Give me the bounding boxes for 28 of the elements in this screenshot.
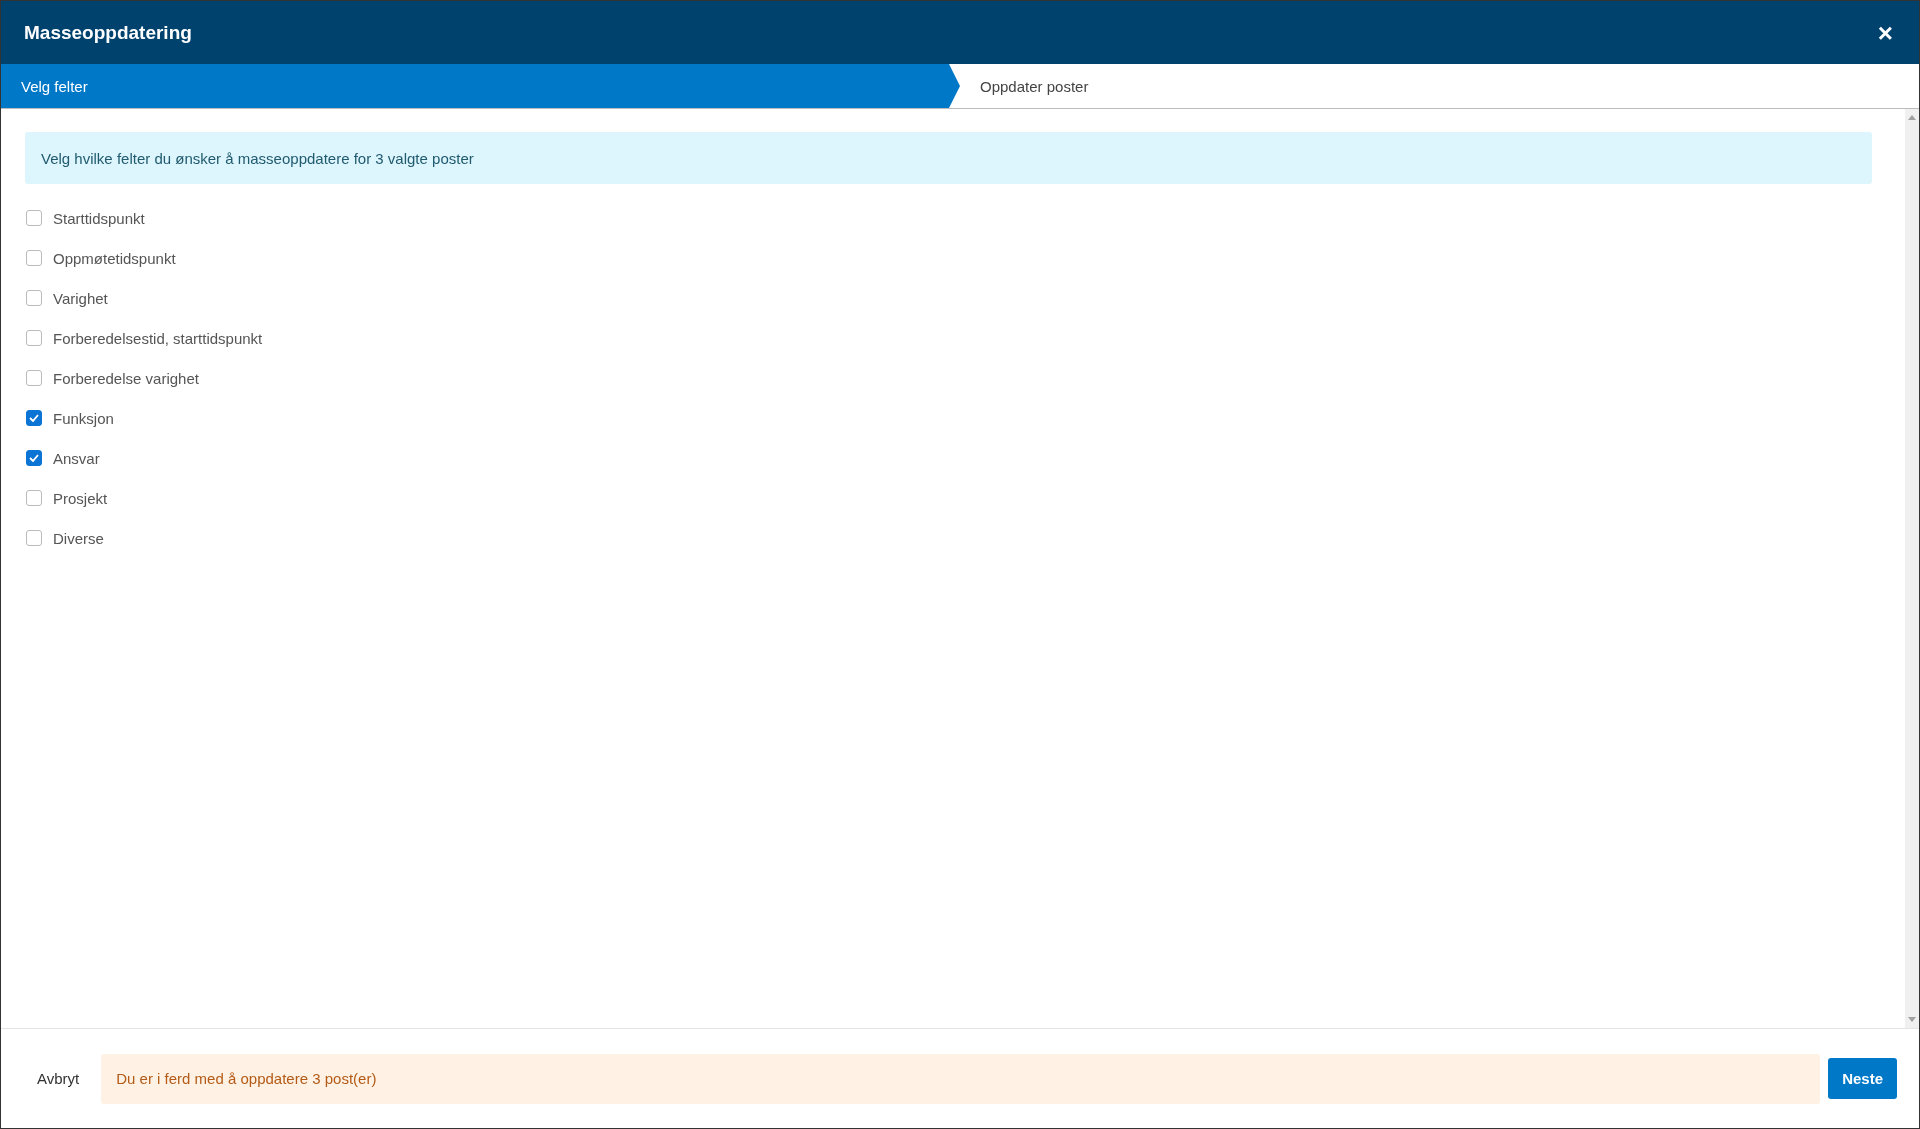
close-button[interactable]: × [1873, 19, 1897, 46]
checkbox[interactable] [26, 410, 42, 426]
checkbox-label[interactable]: Diverse [53, 529, 104, 547]
check-icon [29, 414, 39, 422]
checkbox-label[interactable]: Starttidspunkt [53, 209, 145, 227]
info-banner: Velg hvilke felter du ønsker å masseoppdatere for 3 valgte poster [25, 132, 1872, 184]
checkbox-label[interactable]: Forberedelse varighet [53, 369, 199, 387]
checkbox-label[interactable]: Prosjekt [53, 489, 108, 507]
warning-banner: Du er i ferd med å oppdatere 3 post(er) [101, 1053, 1821, 1104]
scrollbar[interactable] [1905, 109, 1919, 1028]
checkbox[interactable] [26, 490, 42, 506]
checkbox[interactable] [26, 250, 42, 266]
checkbox[interactable] [26, 210, 42, 226]
step-tab[interactable]: Velg felter [1, 64, 960, 108]
cancel-button[interactable]: Avbryt [23, 1062, 94, 1095]
checkbox[interactable] [26, 370, 42, 386]
checkbox[interactable] [26, 530, 42, 546]
checkbox[interactable] [26, 330, 42, 346]
checkbox[interactable] [26, 290, 42, 306]
checkbox-label[interactable]: Ansvar [53, 449, 100, 467]
check-icon [29, 454, 39, 462]
dialog-title: Masseoppdatering [24, 21, 192, 44]
checkbox[interactable] [26, 450, 42, 466]
checkbox-label[interactable]: Forberedelsestid, starttidspunkt [53, 329, 263, 347]
checkbox-label[interactable]: Oppmøtetidspunkt [53, 249, 176, 267]
checkbox-label[interactable]: Funksjon [53, 409, 114, 427]
next-button[interactable]: Neste [1828, 1058, 1897, 1099]
checkbox-label[interactable]: Varighet [53, 289, 108, 307]
